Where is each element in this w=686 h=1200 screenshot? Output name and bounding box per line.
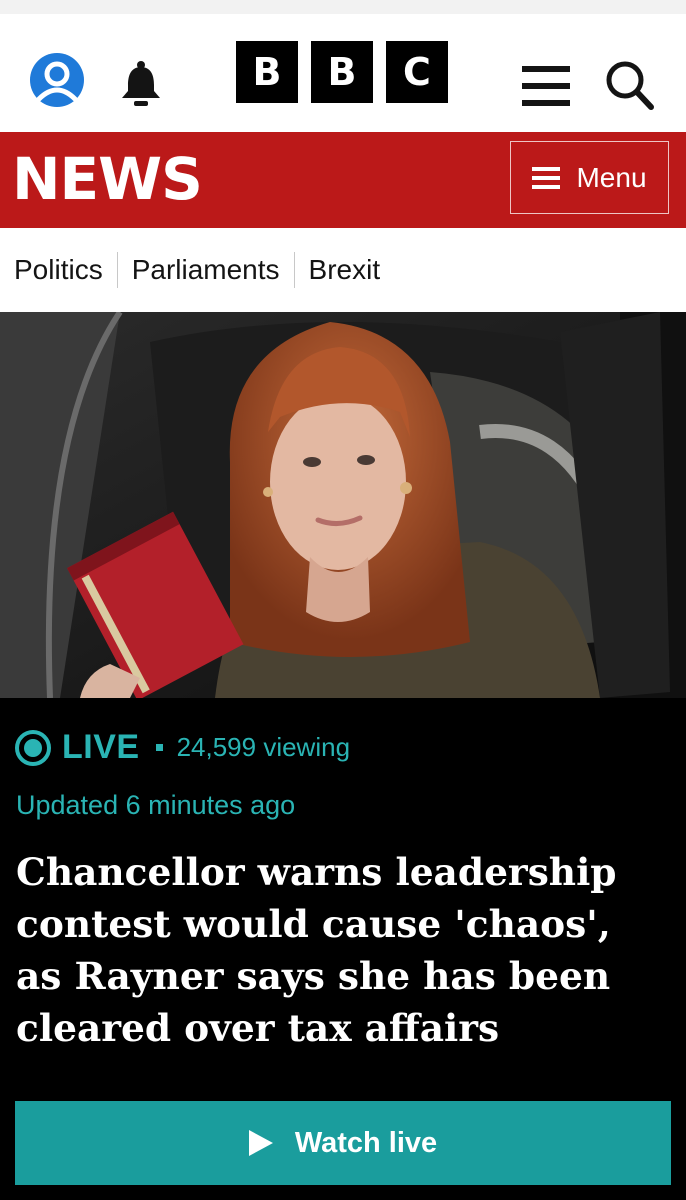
story-headline[interactable]: Chancellor warns leadership contest woul… <box>16 846 666 1054</box>
bell-icon[interactable] <box>116 59 166 109</box>
updated-timestamp: Updated 6 minutes ago <box>16 790 296 820</box>
nav-item-politics[interactable]: Politics <box>14 250 117 290</box>
menu-label: Menu <box>576 161 647 193</box>
nav-item-brexit[interactable]: Brexit <box>295 250 395 290</box>
story-photo-illustration <box>0 312 686 698</box>
account-icon[interactable] <box>28 51 86 109</box>
live-icon <box>15 729 51 766</box>
nav-item-parliaments[interactable]: Parliaments <box>118 250 294 290</box>
viewer-count: 24,599 viewing <box>176 732 351 762</box>
live-label: LIVE <box>62 728 140 766</box>
search-icon[interactable] <box>603 58 655 112</box>
live-indicator: LIVE 24,599 viewing <box>14 728 350 767</box>
status-strip <box>0 0 686 15</box>
bbc-logo-letter: C <box>386 41 448 103</box>
bbc-logo[interactable]: B B C <box>236 41 448 103</box>
story-photo[interactable] <box>0 312 686 698</box>
news-title[interactable]: NEWS <box>12 144 203 214</box>
watch-live-label: Watch live <box>294 1126 438 1159</box>
bbc-logo-letter: B <box>311 41 373 103</box>
menu-button[interactable]: Menu <box>510 141 669 214</box>
separator-dot <box>155 744 163 751</box>
bbc-logo-letter: B <box>236 41 298 103</box>
bbc-header: B B C <box>0 14 686 132</box>
menu-icon <box>532 166 561 189</box>
watch-live-button[interactable]: Watch live <box>15 1101 671 1185</box>
story-panel: LIVE 24,599 viewing Updated 6 minutes ag… <box>0 698 686 1200</box>
section-nav: Politics Parliaments Brexit <box>0 228 686 540</box>
hamburger-icon[interactable] <box>522 64 570 108</box>
news-bar: NEWS Menu <box>0 132 686 228</box>
play-icon <box>248 1130 273 1156</box>
